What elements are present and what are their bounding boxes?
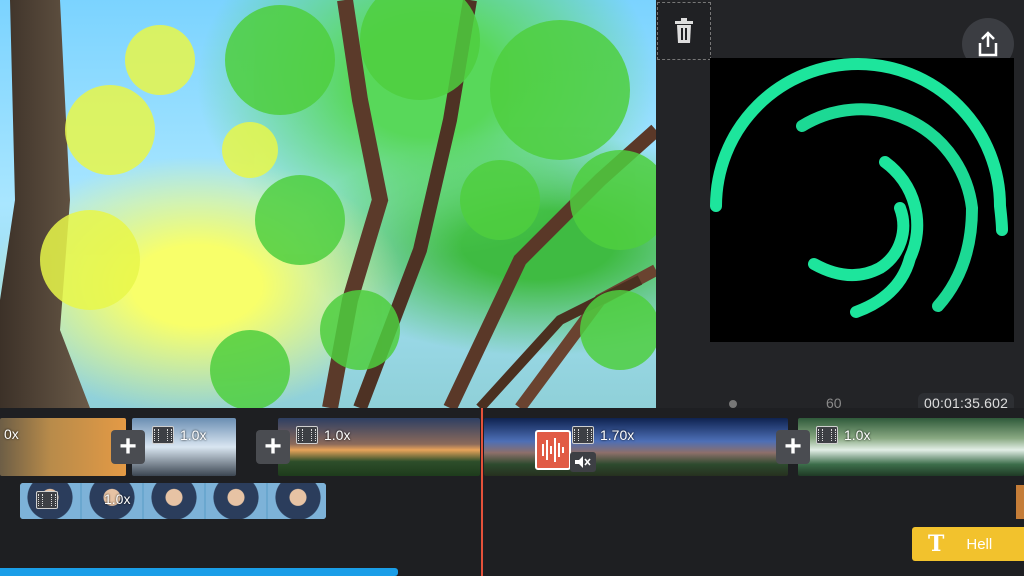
film-icon [816,426,838,444]
plus-icon: + [264,430,282,463]
playhead[interactable] [481,408,483,576]
alight-motion-logo [710,58,1014,342]
timeline-clip[interactable]: 1.0x [132,418,236,476]
ruler-dot [729,400,737,408]
clip-speed: 1.70x [600,427,635,443]
timeline-clip[interactable]: 0x [0,418,126,476]
timeline-clip[interactable]: 1.0x [278,418,480,476]
progress-bar [0,568,398,576]
text-icon: T [928,531,945,557]
film-icon [296,426,318,444]
clip-speed: 1.0x [324,427,351,443]
clip-speed: 0x [4,426,19,442]
delete-button[interactable] [657,2,711,60]
mute-icon[interactable] [570,452,596,472]
add-clip-button[interactable]: + [111,430,145,464]
clip-speed: 1.0x [180,427,207,443]
audio-waveform-handle[interactable] [535,430,571,470]
text-layer-label: Hell [966,535,993,553]
timeline-clip[interactable]: 1.0x [798,418,1024,476]
film-icon [572,426,594,444]
forest-image [0,0,656,408]
waveform-icon [542,438,564,462]
plus-icon: + [119,430,137,463]
film-icon [36,491,58,509]
plus-icon: + [784,430,802,463]
add-clip-button[interactable]: + [776,430,810,464]
timeline-clip[interactable]: 1.70x [484,418,788,476]
text-layer-clip[interactable]: T Hell [912,527,1024,561]
clip-thumbnail-edge[interactable] [1016,485,1024,519]
clip-speed: 1.0x [104,491,131,507]
add-clip-button[interactable]: + [256,430,290,464]
clip-speed: 1.0x [844,427,871,443]
share-icon [978,31,998,57]
video-preview[interactable] [0,0,656,408]
film-icon [152,426,174,444]
trash-icon [675,18,693,43]
overlay-clip[interactable]: 1.0x [20,483,326,519]
